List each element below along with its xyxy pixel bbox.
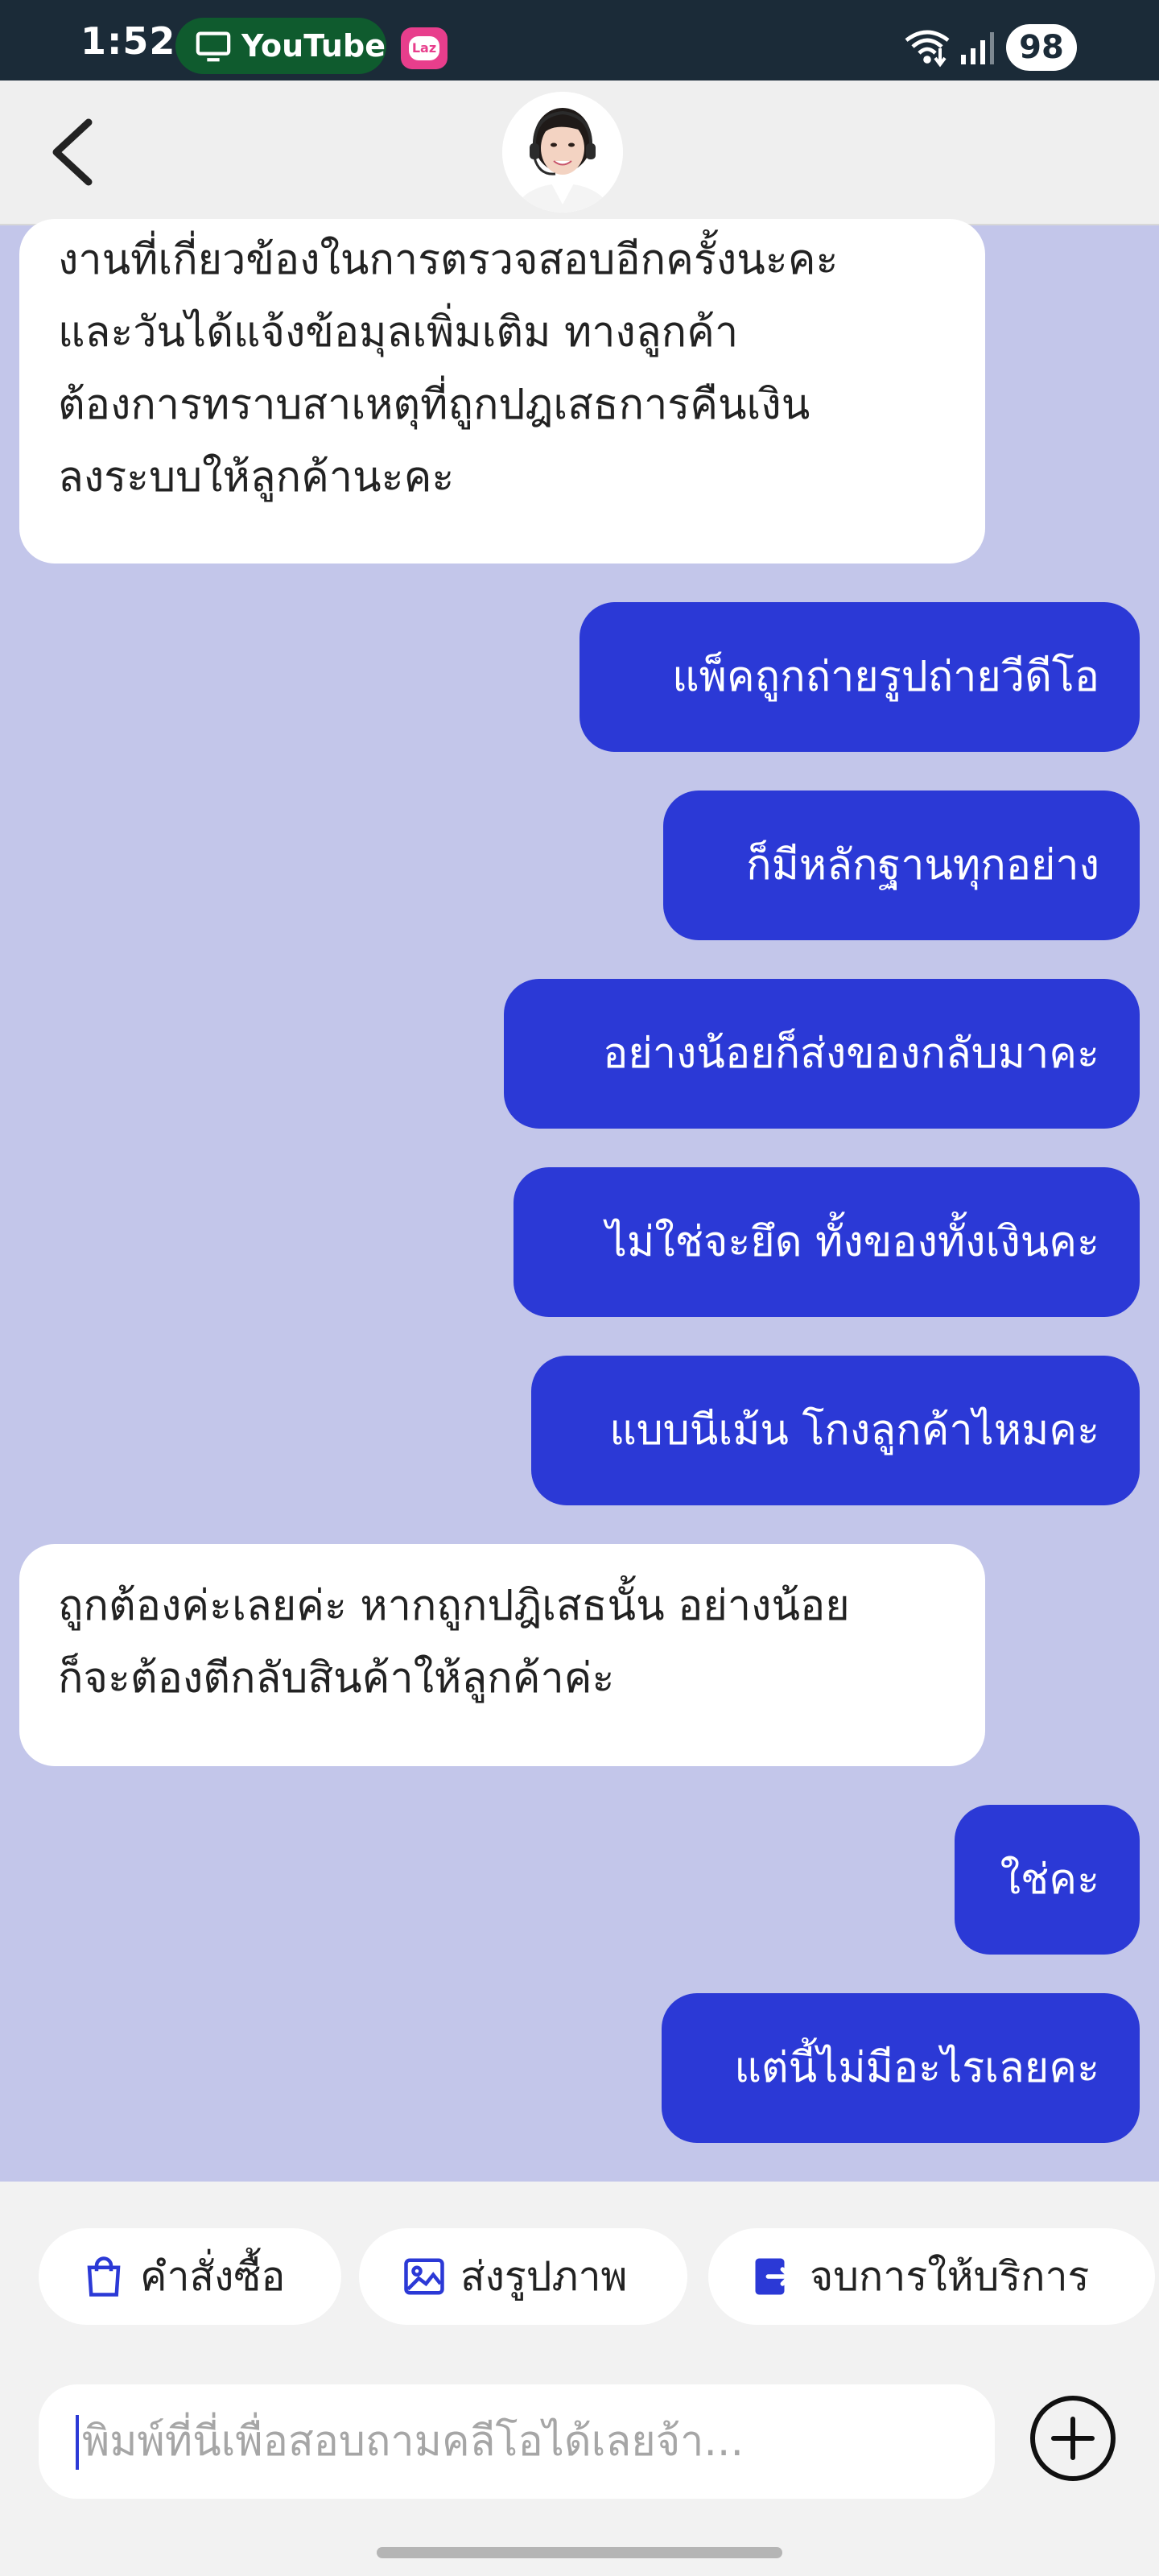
user-message: ไม่ใช่จะยึด ทั้งของทั้งเงินคะ [514, 1167, 1140, 1317]
message-line: ลงระบบให้ลูกค้านะคะ [58, 453, 455, 502]
laz-icon: Laz [401, 27, 448, 69]
user-message: แพ็คถูกถ่ายรูปถ่ายวีดีโอ [580, 602, 1140, 752]
signal-icon [961, 32, 994, 64]
battery-indicator: 98 [1006, 24, 1077, 71]
text-cursor [76, 2415, 79, 2470]
orders-button[interactable]: คำสั่งซื้อ [39, 2228, 341, 2325]
user-message: อย่างน้อยก็ส่งของกลับมาคะ [504, 979, 1140, 1129]
shopping-bag-icon [87, 2256, 121, 2297]
message-line: ก็จะต้องตีกลับสินค้าให้ลูกค้าค่ะ [58, 1654, 615, 1703]
tv-icon [196, 31, 231, 62]
message-line: งานที่เกี่ยวข้องในการตรวจสอบอีกครั้งนะคะ [58, 236, 839, 284]
wifi-icon [905, 30, 950, 68]
agent-message: งานที่เกี่ยวข้องในการตรวจสอบอีกครั้งนะคะ… [19, 219, 985, 564]
user-message: ใช่คะ [955, 1805, 1140, 1955]
user-message: แต่นี้ไม่มีอะไรเลยคะ [662, 1993, 1140, 2143]
message-text: ก็มีหลักฐานทุกอย่าง [746, 841, 1099, 890]
exit-icon [755, 2258, 792, 2295]
message-text: แบบนีเม้น โกงลูกค้าไหมคะ [609, 1406, 1099, 1455]
message-text: แต่นี้ไม่มีอะไรเลยคะ [734, 2044, 1099, 2092]
end-service-label: จบการให้บริการ [810, 2252, 1090, 2300]
status-bar: 1:52 YouTube Laz 98 [0, 0, 1159, 80]
message-line: ถูกต้องค่ะเลยค่ะ หากถูกปฎิเสธนั้น อย่างน… [58, 1582, 850, 1630]
message-line: และวันได้แจ้งข้อมุลเพิ่มเติม ทางลูกค้า [58, 308, 739, 357]
end-service-button[interactable]: จบการให้บริการ [708, 2228, 1155, 2325]
message-text: อย่างน้อยก็ส่งของกลับมาคะ [603, 1030, 1099, 1078]
message-text: แพ็คถูกถ่ายรูปถ่ายวีดีโอ [672, 653, 1099, 701]
chat-header [0, 80, 1159, 225]
chevron-left-icon[interactable] [40, 116, 105, 188]
home-indicator[interactable] [377, 2547, 782, 2558]
agent-avatar[interactable] [502, 92, 623, 213]
image-icon [404, 2258, 444, 2295]
agent-avatar-image [502, 92, 623, 213]
bottom-panel: คำสั่งซื้อ ส่งรูปภาพ จบการให้บริการ พิมพ… [0, 2182, 1159, 2576]
orders-label: คำสั่งซื้อ [140, 2252, 286, 2300]
message-input-placeholder: พิมพ์ที่นี่เพื่อสอบถามคลีโอได้เลยจ้า... [82, 2417, 744, 2466]
active-app-pill[interactable]: YouTube [175, 18, 386, 74]
user-message: ก็มีหลักฐานทุกอย่าง [663, 791, 1140, 940]
send-photo-label: ส่งรูปภาพ [460, 2252, 628, 2300]
send-photo-button[interactable]: ส่งรูปภาพ [359, 2228, 687, 2325]
message-text: ใช่คะ [1000, 1856, 1099, 1904]
status-time: 1:52 [80, 19, 176, 63]
plus-circle-icon[interactable] [1029, 2394, 1117, 2483]
laz-badge-text: Laz [409, 36, 439, 60]
message-input[interactable]: พิมพ์ที่นี่เพื่อสอบถามคลีโอได้เลยจ้า... [39, 2384, 995, 2499]
user-message: แบบนีเม้น โกงลูกค้าไหมคะ [531, 1356, 1140, 1505]
message-text: ไม่ใช่จะยึด ทั้งของทั้งเงินคะ [605, 1218, 1099, 1266]
message-line: ต้องการทราบสาเหตุที่ถูกปฎเสธการคืนเงิน [58, 381, 810, 429]
agent-message: ถูกต้องค่ะเลยค่ะ หากถูกปฎิเสธนั้น อย่างน… [19, 1544, 985, 1766]
active-app-label: YouTube [241, 28, 386, 64]
